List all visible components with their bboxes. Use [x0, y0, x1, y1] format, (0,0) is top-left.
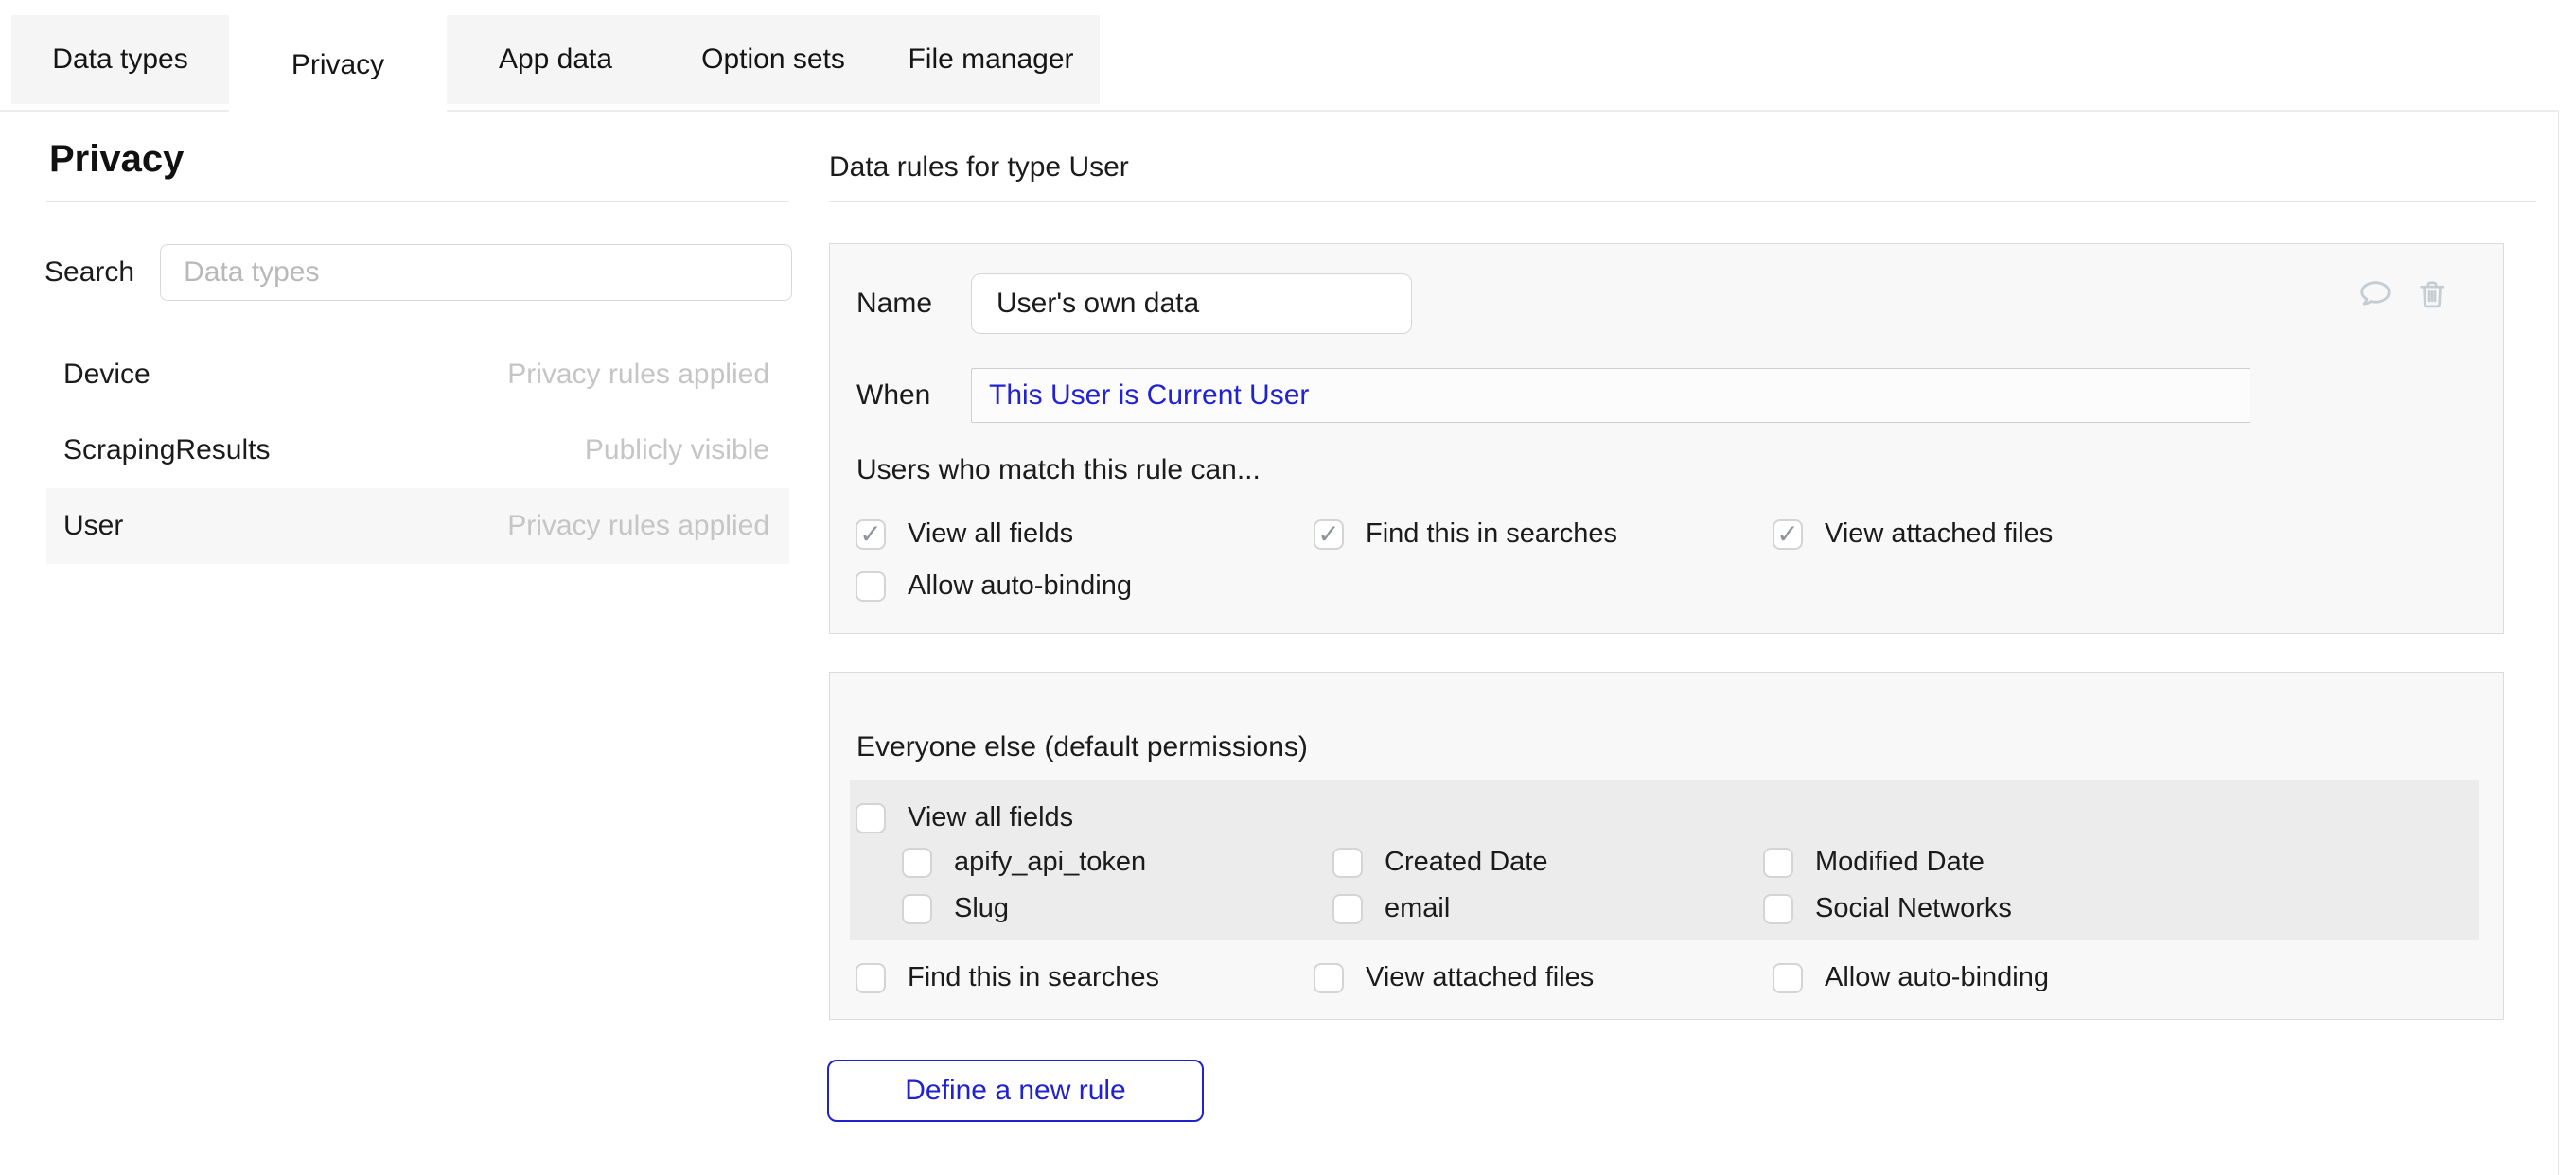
checkbox-field-created-date[interactable]: Created Date [1332, 847, 1548, 878]
rule-card-actions [2357, 276, 2450, 312]
checkbox-label: Find this in searches [1366, 518, 1617, 550]
privacy-status: Privacy rules applied [507, 510, 769, 542]
checkbox-box[interactable] [856, 571, 886, 602]
fields-permission-box: View all fields apify_api_token Created … [850, 780, 2479, 940]
checkbox-label: View all fields [908, 802, 1073, 833]
search-row: Search [44, 244, 792, 301]
checkbox-box[interactable] [1332, 894, 1363, 924]
tab-privacy[interactable]: Privacy [229, 15, 447, 115]
checkbox-label: Modified Date [1815, 847, 1985, 878]
checkbox-box[interactable] [1314, 519, 1344, 550]
checkbox-view-attached-files-default[interactable]: View attached files [1314, 962, 1594, 993]
checkbox-box[interactable] [1773, 963, 1803, 993]
checkbox-field-social-networks[interactable]: Social Networks [1763, 893, 2012, 924]
tab-data-types[interactable]: Data types [11, 15, 229, 104]
checkbox-box[interactable] [856, 963, 886, 993]
list-item-device[interactable]: Device Privacy rules applied [46, 337, 789, 412]
everyone-else-card: Everyone else (default permissions) View… [829, 672, 2504, 1020]
list-item-user[interactable]: User Privacy rules applied [46, 488, 789, 564]
checkbox-label: Find this in searches [908, 962, 1159, 993]
data-type-name: ScrapingResults [63, 434, 270, 466]
checkbox-label: Allow auto-binding [908, 570, 1132, 602]
checkbox-box[interactable] [1773, 519, 1803, 550]
name-field-row: Name [856, 273, 1412, 334]
section-divider [829, 201, 2536, 202]
tab-app-data[interactable]: App data [447, 15, 664, 104]
checkbox-label: View attached files [1825, 518, 2053, 550]
checkbox-label: Social Networks [1815, 893, 2012, 924]
checkbox-box[interactable] [1763, 894, 1793, 924]
checkbox-box[interactable] [1763, 848, 1793, 878]
checkbox-view-all-fields-default[interactable]: View all fields [856, 802, 1073, 833]
when-condition-text: This User is Current User [989, 379, 1309, 412]
content-right-border [2558, 110, 2559, 1175]
checkbox-label: email [1385, 893, 1450, 924]
list-item-scrapingresults[interactable]: ScrapingResults Publicly visible [46, 412, 789, 488]
checkbox-box[interactable] [902, 848, 932, 878]
checkbox-box[interactable] [1314, 963, 1344, 993]
checkbox-view-all-fields[interactable]: View all fields [856, 518, 1073, 550]
section-title: Data rules for type User [829, 151, 1129, 184]
checkbox-label: Slug [954, 893, 1009, 924]
rule-card: Name When This User is Current User User… [829, 243, 2504, 634]
define-new-rule-button[interactable]: Define a new rule [827, 1060, 1204, 1122]
name-label: Name [856, 288, 971, 320]
privacy-settings-screen: Data types Privacy App data Option sets … [0, 0, 2576, 1175]
tab-label: Data types [52, 44, 187, 76]
data-type-name: Device [63, 359, 150, 391]
checkbox-view-attached-files[interactable]: View attached files [1773, 518, 2053, 550]
checkbox-label: apify_api_token [954, 847, 1146, 878]
checkbox-field-apify-api-token[interactable]: apify_api_token [902, 847, 1146, 878]
tab-file-manager[interactable]: File manager [882, 15, 1100, 104]
tab-label: Option sets [701, 44, 845, 76]
tab-label: File manager [908, 44, 1073, 76]
when-label: When [856, 379, 971, 412]
checkbox-allow-auto-binding[interactable]: Allow auto-binding [856, 570, 1132, 602]
checkbox-box[interactable] [1332, 848, 1363, 878]
sidebar-divider [46, 201, 789, 202]
privacy-status: Privacy rules applied [507, 359, 769, 391]
checkbox-label: View all fields [908, 518, 1073, 550]
checkbox-field-email[interactable]: email [1332, 893, 1450, 924]
checkbox-find-in-searches[interactable]: Find this in searches [1314, 518, 1617, 550]
everyone-card-title: Everyone else (default permissions) [856, 731, 1308, 763]
comment-icon[interactable] [2357, 276, 2393, 312]
trash-icon[interactable] [2414, 276, 2450, 312]
tab-label: Privacy [291, 49, 384, 81]
when-condition-box[interactable]: This User is Current User [971, 368, 2250, 423]
search-label: Search [44, 256, 134, 289]
define-new-rule-label: Define a new rule [905, 1075, 1125, 1107]
search-input[interactable] [160, 244, 792, 301]
checkbox-box[interactable] [902, 894, 932, 924]
tab-bar: Data types Privacy App data Option sets … [11, 15, 1100, 115]
privacy-status: Publicly visible [585, 434, 769, 466]
checkbox-field-modified-date[interactable]: Modified Date [1763, 847, 1985, 878]
page-title: Privacy [49, 138, 184, 181]
data-type-list: Device Privacy rules applied ScrapingRes… [46, 337, 789, 564]
tab-label: App data [499, 44, 612, 76]
when-field-row: When This User is Current User [856, 368, 2250, 423]
rule-subtitle: Users who match this rule can... [856, 454, 1261, 486]
checkbox-label: View attached files [1366, 962, 1594, 993]
checkbox-box[interactable] [856, 519, 886, 550]
tab-option-sets[interactable]: Option sets [664, 15, 882, 104]
rule-name-input[interactable] [971, 273, 1412, 334]
checkbox-field-slug[interactable]: Slug [902, 893, 1009, 924]
data-type-name: User [63, 510, 123, 542]
checkbox-label: Created Date [1385, 847, 1548, 878]
checkbox-box[interactable] [856, 803, 886, 833]
checkbox-allow-auto-binding-default[interactable]: Allow auto-binding [1773, 962, 2049, 993]
checkbox-label: Allow auto-binding [1825, 962, 2049, 993]
checkbox-find-in-searches-default[interactable]: Find this in searches [856, 962, 1159, 993]
